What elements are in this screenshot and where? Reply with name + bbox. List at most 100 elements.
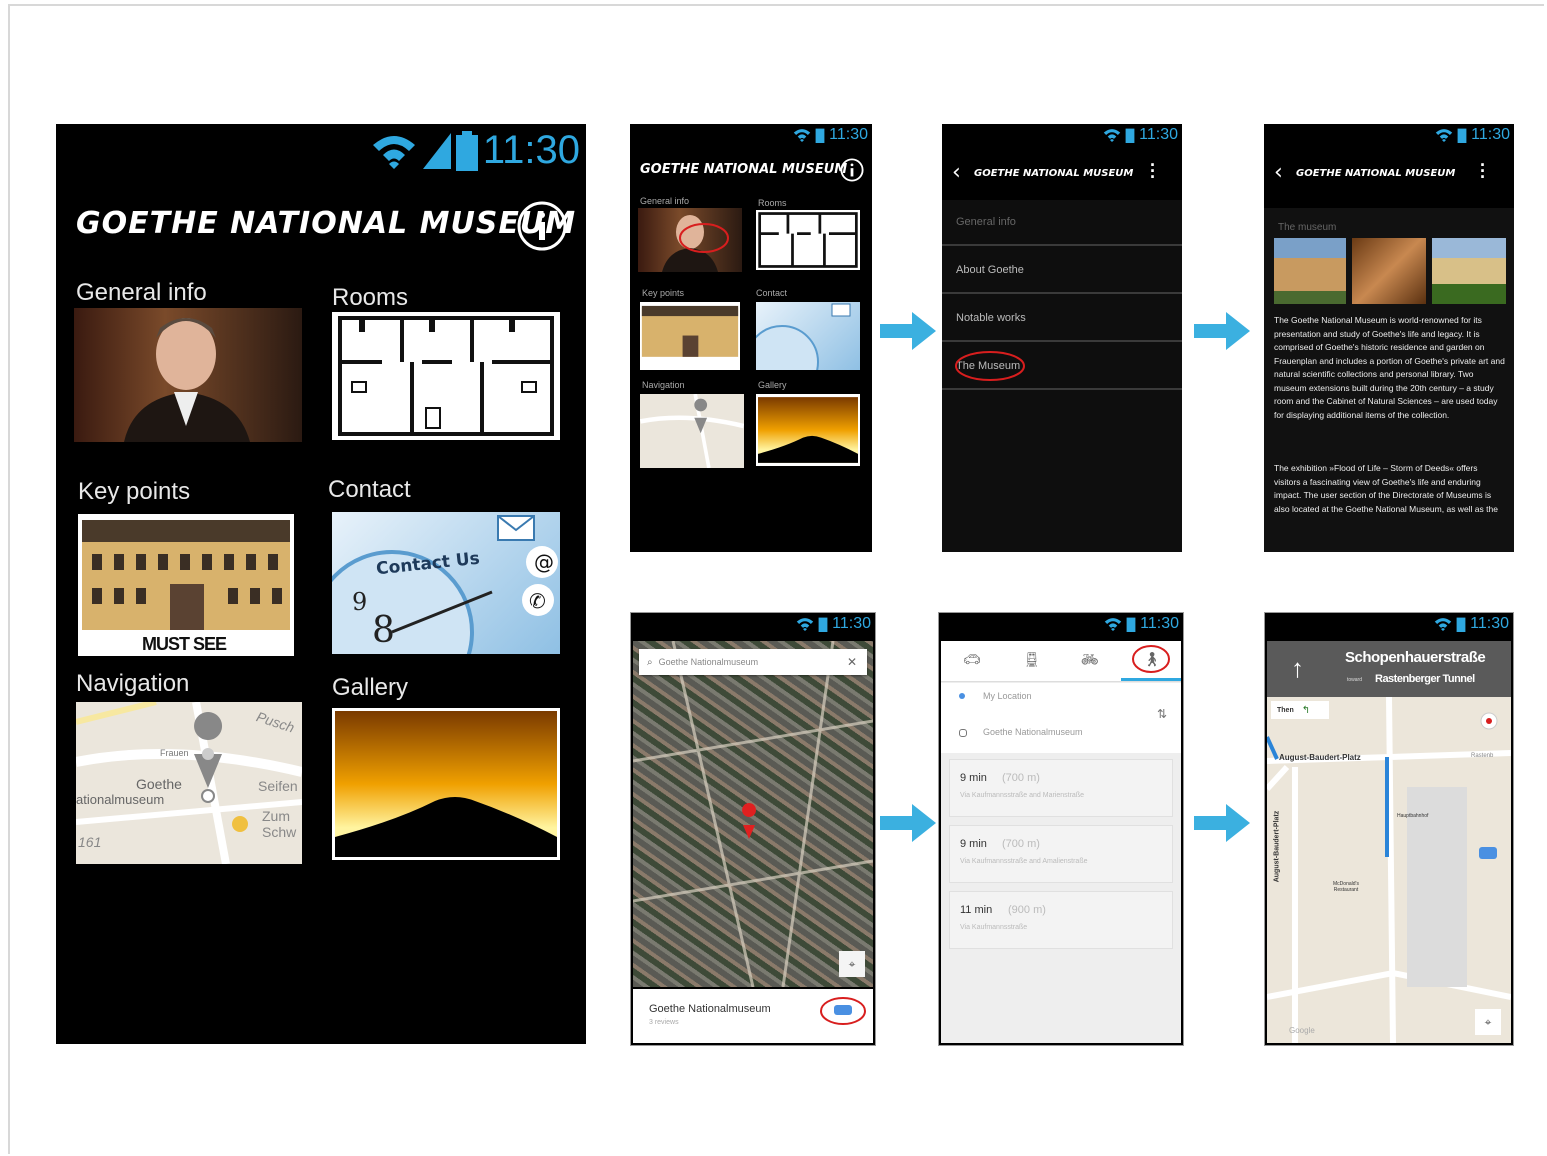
destination-field[interactable]: Goethe Nationalmuseum	[983, 727, 1083, 737]
map-label-mcdonalds: McDonald's Restaurant	[1333, 881, 1359, 893]
info-icon[interactable]	[840, 158, 864, 182]
main-screen: 11:30 GOETHE NATIONAL MUSEUM General inf…	[56, 124, 586, 1044]
tile-contact[interactable]: @ ✆ 8 9 Contact Us	[332, 512, 560, 654]
menu-list: General info About Goethe Notable works …	[942, 200, 1182, 552]
tile-rooms[interactable]	[332, 312, 560, 440]
map-search-screen: 11:30 ⌕ Goethe Nationalmuseum ✕ ⌖ Goethe…	[630, 612, 876, 1046]
status-bar-small: 11:30	[1103, 126, 1178, 144]
map-label-nationalmuseum: ationalmuseum	[76, 792, 165, 807]
satellite-map[interactable]: ⌕ Goethe Nationalmuseum ✕ ⌖	[633, 641, 873, 987]
tab-transit-icon[interactable]: 🚆︎	[1023, 651, 1041, 668]
route-time: 9 min	[960, 772, 987, 784]
battery-icon	[1457, 128, 1467, 143]
google-logo: Google	[1289, 1026, 1315, 1035]
tile-general-info[interactable]	[638, 208, 742, 272]
swap-icon[interactable]: ⇅	[1157, 707, 1167, 721]
navigation-screen: 11:30 ↑ Schopenhauerstraße toward Rasten…	[1264, 612, 1514, 1046]
origin-field[interactable]: My Location	[983, 691, 1032, 701]
tile-key-points[interactable]	[640, 302, 740, 370]
map-label-goethe: Goethe	[136, 776, 182, 792]
back-chevron-icon[interactable]: ‹	[952, 160, 961, 185]
origin-dot-icon	[959, 693, 965, 699]
destination-dot-icon	[959, 729, 967, 737]
overflow-menu-icon[interactable]: · · ·	[1150, 156, 1156, 186]
wifi-icon	[1435, 129, 1453, 143]
tile-label-navigation: Navigation	[76, 670, 190, 697]
wifi-icon	[793, 129, 811, 143]
map-label-161: 161	[78, 834, 102, 850]
battery-icon	[455, 130, 478, 171]
map-label-seifen: Seifen	[258, 778, 298, 794]
search-input[interactable]: Goethe Nationalmuseum	[659, 657, 847, 667]
highlight-circle	[1132, 645, 1170, 673]
nav-map-roads	[1267, 697, 1511, 1043]
close-icon[interactable]: ✕	[847, 655, 857, 669]
route-distance: (900 m)	[1008, 904, 1046, 916]
route-distance: (700 m)	[1002, 838, 1040, 850]
car-directions-icon[interactable]	[819, 995, 867, 1027]
goethe-house-image	[641, 305, 739, 357]
route-card-1[interactable]: 9 min (700 m) Via Kaufmannsstraße and Ma…	[949, 759, 1173, 817]
wifi-icon	[1104, 618, 1122, 632]
signal-icon	[422, 132, 451, 169]
tab-car-icon[interactable]: 🚗︎	[963, 651, 981, 668]
place-card[interactable]: Goethe Nationalmuseum 3 reviews	[633, 989, 873, 1043]
goethe-portrait-image	[662, 215, 729, 272]
overflow-menu-icon[interactable]: · · ·	[1480, 156, 1486, 186]
status-time: 11:30	[829, 126, 868, 143]
nav-street: Schopenhauerstraße	[1345, 649, 1486, 666]
tile-label-key-points: Key points	[642, 288, 685, 298]
my-location-button[interactable]: ⌖	[839, 951, 865, 977]
back-chevron-icon[interactable]: ‹	[1274, 160, 1283, 185]
status-bar-small: 11:30	[1104, 615, 1179, 633]
menu-item-general-info[interactable]: General info	[942, 200, 1182, 246]
status-bar-small: 11:30	[793, 126, 868, 144]
wifi-icon	[1103, 129, 1121, 143]
wifi-icon	[1434, 618, 1452, 632]
tile-contact[interactable]	[756, 302, 860, 370]
tile-label-key-points: Key points	[78, 478, 191, 505]
status-time: 11:30	[1139, 126, 1178, 143]
tile-label-contact: Contact	[756, 288, 788, 298]
status-bar: 11:30	[371, 128, 580, 173]
status-bar-small: 11:30	[796, 615, 871, 633]
nav-map[interactable]: Then ↰ August-Baudert-Platz August-Baude…	[1267, 697, 1511, 1043]
svg-text:8: 8	[372, 610, 395, 651]
map-label-hauptbahnhof: Hauptbahnhof	[1397, 813, 1429, 819]
tile-navigation[interactable]	[640, 394, 744, 468]
route-card-2[interactable]: 9 min (700 m) Via Kaufmannsstraße and Am…	[949, 825, 1173, 883]
tile-gallery[interactable]	[756, 394, 860, 466]
floor-plan-image	[758, 212, 858, 268]
status-time: 11:30	[832, 615, 871, 632]
tab-bike-icon[interactable]: 🚲︎	[1081, 651, 1099, 668]
battery-icon	[815, 128, 825, 143]
tile-label-gallery: Gallery	[758, 380, 787, 390]
tile-general-info[interactable]	[74, 308, 302, 442]
museum-screen: 11:30 ‹ GOETHE NATIONAL MUSEUM · · · The m…	[1264, 124, 1514, 552]
wifi-icon	[372, 135, 415, 169]
app-title-small: GOETHE NATIONAL MUSEUM	[1296, 168, 1456, 179]
map-label-rastenb: Rastenb	[1471, 753, 1494, 759]
info-icon[interactable]	[516, 200, 568, 252]
tile-rooms[interactable]	[756, 210, 860, 270]
my-location-button[interactable]: ⌖	[1475, 1009, 1501, 1035]
route-card-3[interactable]: 11 min (900 m) Via Kaufmannsstraße	[949, 891, 1173, 949]
map-search-bar[interactable]: ⌕ Goethe Nationalmuseum ✕	[639, 649, 867, 675]
menu-item-about-goethe[interactable]: About Goethe	[942, 248, 1182, 294]
tile-label-contact: Contact	[328, 476, 411, 503]
main-screen-small: 11:30 GOETHE NATIONAL MUSEUM General inf…	[630, 124, 872, 552]
tile-gallery[interactable]	[332, 708, 560, 860]
flow-arrow-4	[1194, 804, 1250, 842]
battery-icon	[1456, 617, 1466, 632]
map-roads	[633, 641, 873, 987]
battery-icon	[818, 617, 828, 632]
tile-key-points[interactable]: MUST SEE	[78, 514, 294, 656]
status-bar-small: 11:30	[1435, 126, 1510, 144]
highlight-circle	[955, 351, 1025, 381]
tile-navigation[interactable]: Frauen Goethe ationalmuseum Pusch Seifen…	[76, 702, 302, 864]
route-distance: (700 m)	[1002, 772, 1040, 784]
tile-label-general-info: General info	[640, 196, 690, 206]
flow-arrow-3	[880, 804, 936, 842]
menu-item-notable-works[interactable]: Notable works	[942, 296, 1182, 342]
status-time: 11:30	[1470, 615, 1509, 632]
